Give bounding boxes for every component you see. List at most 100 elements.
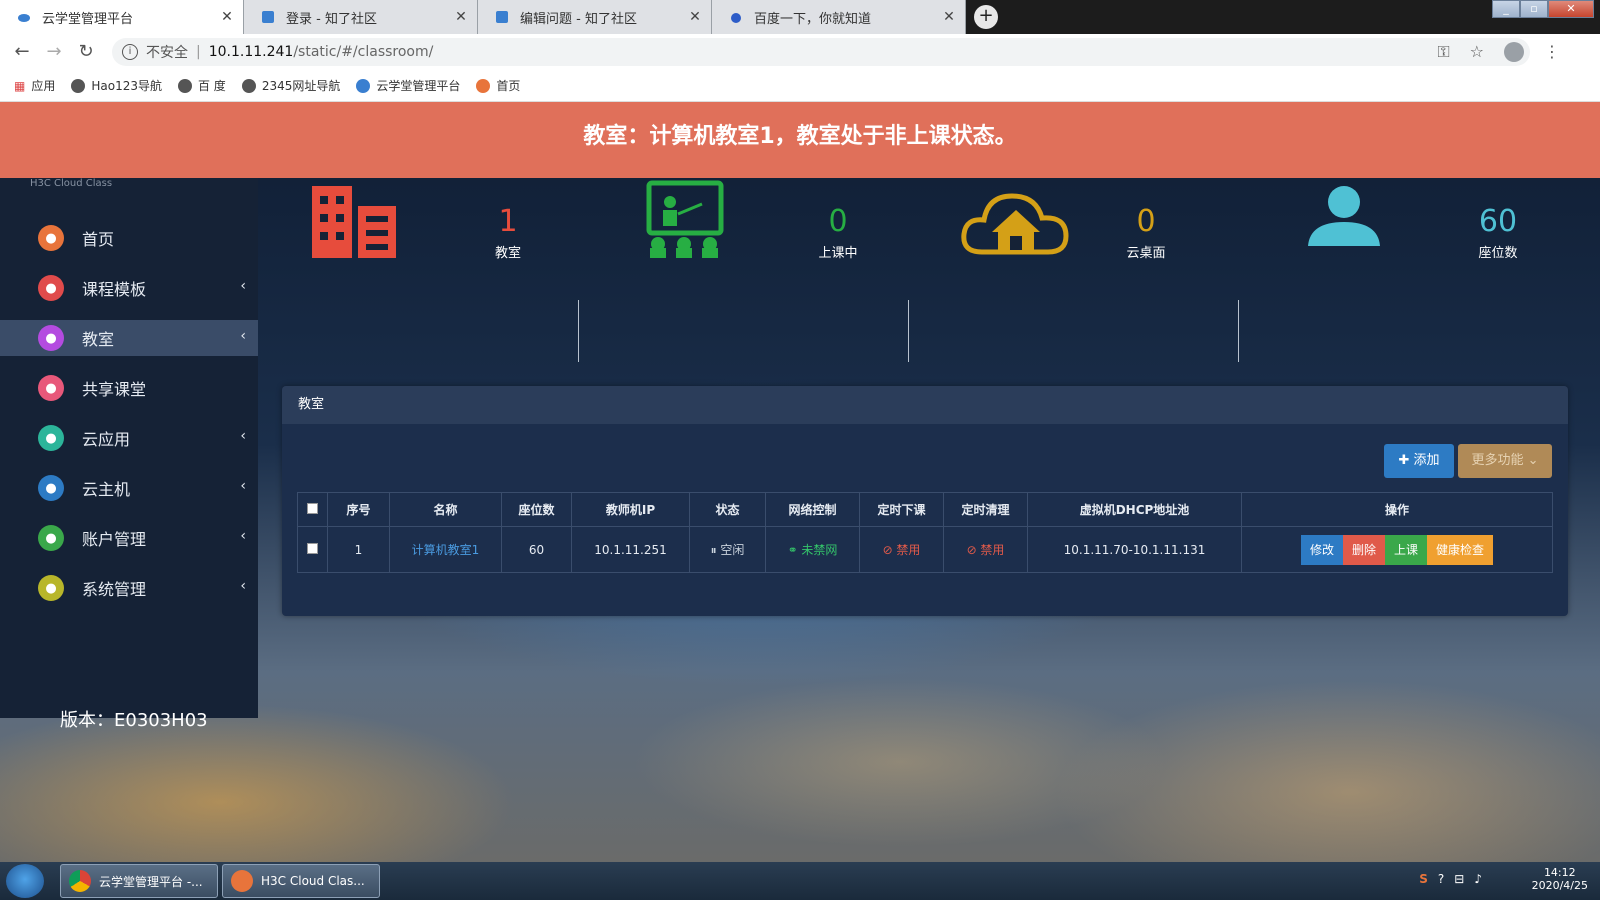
sidebar-item-2[interactable]: ● 教室 ‹ (0, 320, 258, 356)
tab-title: 云学堂管理平台 (42, 11, 134, 27)
classroom-name-link[interactable]: 计算机教室1 (389, 526, 502, 573)
forward-arrow-icon[interactable]: → (44, 42, 64, 62)
user-icon: ● (38, 525, 64, 551)
chevron-left-icon: ‹ (240, 428, 246, 444)
clock-date: 2020/4/25 (1531, 879, 1588, 892)
browser-tab-strip: 云学堂管理平台 ✕ 登录 - 知了社区 ✕ 编辑问题 - 知了社区 ✕ 百度一下… (0, 0, 1600, 34)
page-content: 教室：计算机教室1，教室处于非上课状态。 H3C Cloud Class ● 首页… (0, 102, 1600, 862)
column-header: 状态 (689, 492, 766, 527)
minimize-button[interactable]: _ (1492, 0, 1520, 18)
add-classroom-button[interactable]: ✚ 添加 (1384, 444, 1454, 478)
clock-time: 14:12 (1543, 866, 1576, 879)
sidebar-item-label: 云应用 (82, 430, 131, 449)
tab-yunxuetang[interactable]: 云学堂管理平台 ✕ (0, 0, 244, 34)
info-icon[interactable]: i (122, 44, 138, 60)
taskbar-h3c-button[interactable]: H3C Cloud Clas... (222, 864, 380, 898)
network-icon[interactable]: ⊟ (1454, 872, 1464, 886)
tab-login[interactable]: 登录 - 知了社区 ✕ (244, 0, 478, 34)
bookmark-home[interactable]: 首页 (476, 77, 520, 94)
tab-baidu[interactable]: 百度一下，你就知道 ✕ (712, 0, 966, 34)
table-row: 1 计算机教室1 60 10.1.11.251 ⏸ 空闲 ⚭ 未禁网 ⊘ 禁用 … (297, 526, 1553, 573)
stat-label: 座位数 (1478, 246, 1518, 261)
bookmark-2345[interactable]: 2345网址导航 (241, 77, 340, 94)
zhiliao-favicon-icon (260, 9, 276, 25)
stat-divider (908, 300, 909, 362)
maximize-button[interactable]: ▫ (1520, 0, 1548, 18)
help-icon[interactable]: ? (1438, 872, 1444, 886)
bookmarks-bar: ▦ 应用 Hao123导航 百 度 2345网址导航 云学堂管理平台 首页 (0, 70, 1600, 102)
volume-icon[interactable]: ♪ (1474, 872, 1482, 886)
windows-taskbar: 云学堂管理平台 -... H3C Cloud Clas... S ? ⊟ ♪ 1… (0, 862, 1600, 900)
apps-grid-icon: ▦ (14, 78, 26, 93)
chevron-left-icon: ‹ (240, 528, 246, 544)
start-class-button[interactable]: 上课 (1385, 534, 1428, 565)
bookmark-hao123[interactable]: Hao123导航 (71, 77, 162, 94)
close-tab-icon[interactable]: ✕ (941, 9, 957, 25)
delete-button[interactable]: 删除 (1342, 534, 1385, 565)
sidebar-item-3[interactable]: ● 共享课堂 (0, 370, 258, 406)
select-all-checkbox[interactable] (307, 502, 318, 514)
sidebar-item-6[interactable]: ● 账户管理 ‹ (0, 520, 258, 556)
cloud-home-icon (961, 193, 1069, 255)
taskbar-chrome-button[interactable]: 云学堂管理平台 -... (60, 864, 218, 898)
close-tab-icon[interactable]: ✕ (687, 9, 703, 25)
row-timed-clean[interactable]: ⊘ 禁用 (943, 526, 1028, 573)
sidebar-item-4[interactable]: ● 云应用 ‹ (0, 420, 258, 456)
sidebar-item-5[interactable]: ● 云主机 ‹ (0, 470, 258, 506)
new-tab-button[interactable]: + (974, 5, 998, 29)
sidebar: H3C Cloud Class ● 首页 ● 课程模板 ‹ ● 教室 ‹ ● 共享课堂 ● 云应用 ‹ ●… (0, 178, 258, 731)
close-tab-icon[interactable]: ✕ (453, 9, 469, 25)
sidebar-item-label: 教室 (82, 330, 115, 349)
cloud-app-icon: ● (38, 425, 64, 451)
globe-icon (241, 78, 256, 93)
bookmark-apps[interactable]: ▦ 应用 (14, 77, 55, 94)
tab-edit-question[interactable]: 编辑问题 - 知了社区 ✕ (478, 0, 712, 34)
close-tab-icon[interactable]: ✕ (219, 9, 235, 25)
chevron-left-icon: ‹ (240, 578, 246, 594)
row-timed-end[interactable]: ⊘ 禁用 (859, 526, 944, 573)
edit-button[interactable]: 修改 (1300, 534, 1343, 565)
health-check-button[interactable]: 健康检查 (1427, 534, 1494, 565)
cloud-icon (356, 78, 371, 93)
sidebar-item-label: 账户管理 (82, 530, 147, 549)
row-select-cell (297, 526, 328, 573)
bookmark-baidu[interactable]: 百 度 (177, 77, 226, 94)
row-network-control[interactable]: ⚭ 未禁网 (765, 526, 860, 573)
close-window-button[interactable]: ✕ (1548, 0, 1594, 18)
baidu-favicon-icon (728, 9, 744, 25)
sidebar-item-0[interactable]: ● 首页 (0, 220, 258, 256)
stat-label: 教室 (494, 246, 521, 261)
row-index: 1 (327, 526, 390, 573)
action-group: 修改 删除 上课 健康检查 (1300, 534, 1494, 565)
globe-icon (71, 78, 86, 93)
classroom-status-alert: 教室：计算机教室1，教室处于非上课状态。 (0, 102, 1600, 178)
sidebar-item-7[interactable]: ● 系统管理 ‹ (0, 570, 258, 606)
more-functions-button[interactable]: 更多功能 ⌄ (1458, 444, 1552, 478)
profile-avatar[interactable] (1504, 42, 1524, 62)
stat-divider (578, 300, 579, 362)
stat-classrooms: 1 教室 (300, 178, 600, 288)
tab-title: 编辑问题 - 知了社区 (520, 11, 637, 27)
select-all-cell (297, 492, 328, 527)
stat-value: 60 (1478, 204, 1518, 239)
back-arrow-icon[interactable]: ← (12, 42, 32, 62)
tab-title: 登录 - 知了社区 (286, 11, 377, 27)
host-icon: ● (38, 475, 64, 501)
classroom-icon: ● (38, 325, 64, 351)
sidebar-item-label: 云主机 (82, 480, 131, 499)
key-icon[interactable]: ⚿ (1437, 42, 1449, 62)
star-icon[interactable]: ☆ (1470, 42, 1484, 62)
start-button[interactable] (6, 864, 44, 898)
sidebar-item-1[interactable]: ● 课程模板 ‹ (0, 270, 258, 306)
row-checkbox[interactable] (307, 542, 318, 554)
stat-label: 云桌面 (1126, 246, 1166, 261)
sogou-ime-icon[interactable]: S (1419, 872, 1428, 886)
reload-icon[interactable]: ↻ (76, 42, 96, 62)
column-header: 虚拟机DHCP地址池 (1027, 492, 1242, 527)
version-label: 版本：E0303H03 (60, 710, 208, 731)
clock[interactable]: 14:12 2020/4/25 (1532, 866, 1588, 892)
url-input[interactable]: i 不安全 | 10.1.11.241 /static/#/classroom/ (112, 38, 1530, 66)
bookmark-yunxuetang[interactable]: 云学堂管理平台 (356, 77, 460, 94)
url-path: /static/#/classroom/ (293, 44, 434, 60)
menu-kebab-icon[interactable]: ⋮ (1544, 42, 1560, 62)
